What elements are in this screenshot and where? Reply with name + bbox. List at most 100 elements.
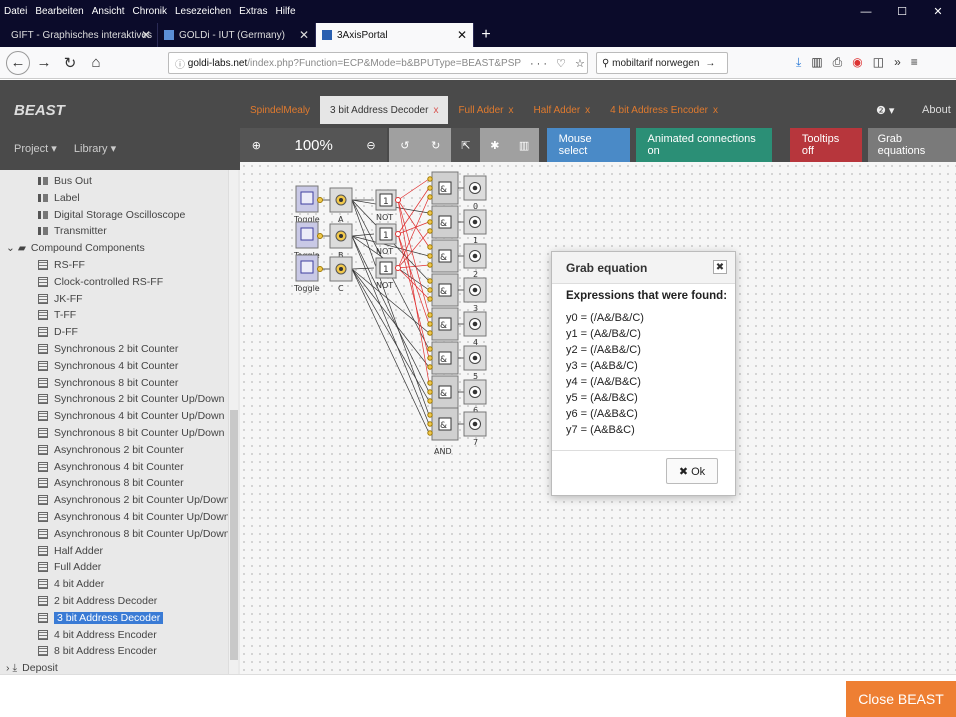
page-actions-icon[interactable]: ··· ♡ ☆	[530, 57, 588, 70]
library-icon[interactable]: ▥	[811, 55, 822, 70]
about-link[interactable]: About	[922, 104, 951, 116]
home-icon[interactable]: ⌂	[84, 51, 108, 75]
menu-ansicht[interactable]: Ansicht	[92, 6, 125, 17]
sidebar-item[interactable]: Asynchronous 8 bit Counter Up/Down	[38, 527, 230, 541]
url-bar[interactable]: ⓘ goldi-labs.net /index.php?Function=ECP…	[168, 52, 588, 74]
sidebar-item[interactable]: › ⤓ Deposit	[6, 661, 58, 674]
reload-icon[interactable]: ↻	[58, 51, 82, 75]
sidebar-item[interactable]: Half Adder	[38, 544, 103, 558]
sidebar-item[interactable]: Bus Out	[38, 174, 92, 188]
sidebar-item[interactable]: Asynchronous 2 bit Counter	[38, 443, 184, 457]
sidebar-item-label: 8 bit Address Encoder	[54, 645, 157, 658]
sidebar-item[interactable]: 4 bit Address Encoder	[38, 628, 157, 642]
project-menu[interactable]: Project ▾	[14, 143, 57, 155]
tab-4-bit-address-encoder[interactable]: 4 bit Address Encoder x	[600, 96, 728, 124]
animated-connections-button[interactable]: Animated connections on	[635, 128, 772, 162]
menu-lesezeichen[interactable]: Lesezeichen	[175, 6, 231, 17]
sidebar-item[interactable]: Asynchronous 2 bit Counter Up/Down	[38, 493, 230, 507]
and-symbol: &	[440, 421, 447, 431]
zoom-out-icon[interactable]: ⊖	[354, 128, 388, 162]
maximize-icon[interactable]: ☐	[884, 0, 920, 23]
chevron-down-icon[interactable]: ⌄	[6, 242, 15, 254]
sidebar-item[interactable]: Synchronous 2 bit Counter Up/Down	[38, 392, 224, 406]
sidebar-item[interactable]: Asynchronous 4 bit Counter Up/Down	[38, 510, 230, 524]
menu-icon[interactable]: ≡	[911, 55, 918, 70]
zoom-in-icon[interactable]: ⊕	[240, 128, 273, 162]
sidebar-item[interactable]: 3 bit Address Decoder	[38, 611, 164, 625]
sidebar-item[interactable]: ⌄ ▰ Compound Components	[6, 241, 145, 255]
tab-full-adder[interactable]: Full Adder x	[448, 96, 523, 124]
forward-arrow-icon[interactable]: →	[32, 51, 56, 75]
tab-close-icon[interactable]: x	[508, 105, 513, 116]
overflow-icon[interactable]: »	[894, 55, 901, 70]
sidebar-item[interactable]: Synchronous 8 bit Counter	[38, 376, 178, 390]
tab-3-bit-address-decoder[interactable]: 3 bit Address Decoder x	[320, 96, 449, 124]
browser-tab-gift[interactable]: GIFT - Graphisches interaktives ✕	[0, 23, 158, 47]
dialog-close-icon[interactable]: ✖	[713, 260, 727, 274]
sidebar-item[interactable]: Synchronous 4 bit Counter	[38, 359, 178, 373]
led-label: C	[338, 284, 344, 293]
redo-icon[interactable]: ↻	[420, 128, 452, 162]
mouse-select-button[interactable]: Mouse select	[546, 128, 630, 162]
addon-icon[interactable]: ◉	[852, 55, 862, 70]
sidebar-item[interactable]: Full Adder	[38, 560, 101, 574]
scrollbar-thumb[interactable]	[230, 410, 238, 660]
tab-close-icon[interactable]: x	[433, 105, 438, 116]
menu-extras[interactable]: Extras	[239, 6, 267, 17]
close-window-icon[interactable]: ✕	[920, 0, 956, 23]
menu-bearbeiten[interactable]: Bearbeiten	[35, 6, 83, 17]
tab-close-icon[interactable]: x	[585, 105, 590, 116]
chevron-right-icon[interactable]: ›	[6, 662, 10, 674]
sidebar-item[interactable]: 4 bit Adder	[38, 577, 104, 591]
browser-tab-3axisportal[interactable]: 3AxisPortal ✕	[316, 23, 474, 47]
new-tab-icon[interactable]: +	[474, 23, 498, 47]
sidebar-item[interactable]: Synchronous 2 bit Counter	[38, 342, 178, 356]
sidebar-item[interactable]: Asynchronous 4 bit Counter	[38, 460, 184, 474]
tab-close-icon[interactable]: ✕	[141, 28, 151, 42]
delete-trash-icon[interactable]: ▥	[509, 128, 539, 162]
search-bar[interactable]: ⚲ mobiltarif norwegen →	[596, 52, 728, 74]
sidebar-item[interactable]: RS-FF	[38, 258, 85, 272]
sidebar-item[interactable]: Transmitter	[38, 224, 107, 238]
url-path: /index.php?Function=ECP&Mode=b&BPUType=B…	[247, 57, 522, 69]
menu-hilfe[interactable]: Hilfe	[276, 6, 296, 17]
browser-tab-goldi[interactable]: GOLDi - IUT (Germany) ✕	[158, 23, 316, 47]
sidebar-item[interactable]: 8 bit Address Encoder	[38, 644, 157, 658]
sidebar-item[interactable]: Clock-controlled RS-FF	[38, 275, 163, 289]
sidebar-item[interactable]: Synchronous 4 bit Counter Up/Down	[38, 409, 224, 423]
tab-close-icon[interactable]: ✕	[457, 28, 467, 42]
download-icon[interactable]: ⤓	[796, 55, 801, 70]
sidebar-scrollbar[interactable]	[228, 170, 238, 674]
sidebar-item[interactable]: JK-FF	[38, 292, 83, 306]
tab-half-adder[interactable]: Half Adder x	[523, 96, 600, 124]
sidebar-item[interactable]: 2 bit Address Decoder	[38, 594, 157, 608]
help-menu[interactable]: ❷ ▾	[876, 104, 894, 117]
info-icon[interactable]: ⓘ	[175, 56, 188, 71]
tab-spindelmealy[interactable]: SpindelMealy	[240, 96, 320, 124]
grab-equations-button[interactable]: Grab equations	[867, 128, 956, 162]
sidebar-item[interactable]: Synchronous 8 bit Counter Up/Down	[38, 426, 224, 440]
sidebar-item[interactable]: D-FF	[38, 325, 78, 339]
sidebar-item[interactable]: Asynchronous 8 bit Counter	[38, 476, 184, 490]
settings-gear-icon[interactable]: ✱	[480, 128, 510, 162]
sidebar-item[interactable]: Digital Storage Oscilloscope	[38, 208, 185, 222]
sidebar-icon[interactable]: ◫	[873, 55, 884, 70]
minimize-icon[interactable]: —	[848, 0, 884, 23]
export-icon[interactable]: ⇱	[451, 128, 481, 162]
menu-chronik[interactable]: Chronik	[133, 6, 167, 17]
tab-close-icon[interactable]: ✕	[299, 28, 309, 42]
search-go-icon[interactable]: →	[705, 58, 715, 69]
url-host: goldi-labs.net	[187, 57, 248, 69]
library-menu[interactable]: Library ▾	[74, 143, 116, 155]
sidebar-item-label: Label	[54, 191, 80, 204]
print-icon[interactable]: ⎙	[833, 55, 843, 70]
sidebar-item[interactable]: T-FF	[38, 308, 76, 322]
close-beast-button[interactable]: Close BEAST	[846, 681, 956, 717]
ok-button[interactable]: ✖ Ok	[666, 458, 718, 484]
menu-datei[interactable]: Datei	[4, 6, 27, 17]
undo-icon[interactable]: ↺	[389, 128, 421, 162]
tooltips-button[interactable]: Tooltips off	[789, 128, 862, 162]
sidebar-item[interactable]: Label	[38, 191, 80, 205]
tab-close-icon[interactable]: x	[713, 105, 718, 116]
back-arrow-icon[interactable]: ←	[6, 50, 30, 75]
